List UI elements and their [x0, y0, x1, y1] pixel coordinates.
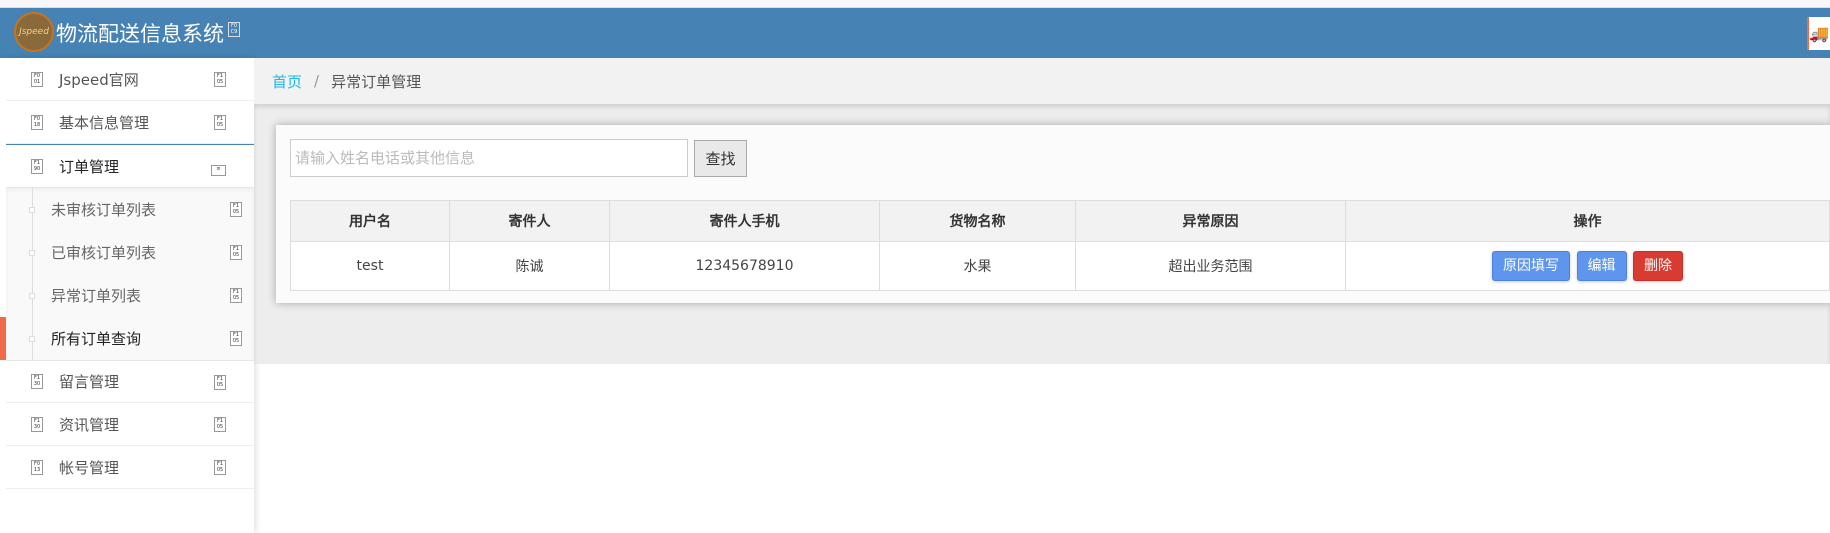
breadcrumb-current: 异常订单管理 — [331, 72, 422, 91]
sidebar-item-reviewed[interactable]: 已审核订单列表 F1 05 — [6, 231, 254, 274]
chevron-icon: F1 05 — [214, 72, 226, 87]
sidebar: F0 01 Jspeed官网 F1 05 F0 18 基本信息管理 F1 05 F1 90… — [0, 58, 254, 533]
col-reason: 异常原因 — [1075, 200, 1346, 242]
breadcrumb: 首页 / 异常订单管理 — [254, 58, 1830, 104]
sidebar-item-unreviewed[interactable]: 未审核订单列表 F1 05 — [6, 188, 254, 231]
sidebar-item-basic-info[interactable]: F0 18 基本信息管理 F1 05 — [6, 101, 254, 144]
col-goods: 货物名称 — [879, 200, 1076, 242]
edit-button[interactable]: 编辑 — [1576, 251, 1627, 281]
cell-reason: 超出业务范围 — [1075, 241, 1346, 291]
breadcrumb-separator: / — [314, 72, 320, 90]
dot-icon — [29, 293, 35, 299]
sidebar-item-jspeed[interactable]: F0 01 Jspeed官网 F1 05 — [6, 58, 254, 101]
sidebar-item-label: 基本信息管理 — [59, 113, 150, 132]
logo: Jspeed — [14, 12, 54, 52]
chevron-icon: F1 05 — [230, 331, 242, 346]
dot-icon — [29, 250, 35, 256]
news-icon: F1 30 — [31, 416, 43, 432]
sidebar-item-label: 未审核订单列表 — [51, 201, 157, 219]
chevron-down-icon: ≡ — [211, 165, 226, 176]
col-actions: 操作 — [1345, 200, 1830, 242]
breadcrumb-home[interactable]: 首页 — [272, 71, 302, 92]
chevron-icon: F1 05 — [230, 245, 242, 260]
account-icon: F0 13 — [31, 459, 43, 475]
search-button[interactable]: 查找 — [694, 140, 747, 177]
sidebar-item-label: 异常订单列表 — [51, 287, 142, 305]
delete-button[interactable]: 删除 — [1632, 251, 1683, 281]
table-row: test 陈诚 12345678910 水果 超出业务范围 原因填写 编辑 删除 — [290, 241, 1830, 291]
chevron-icon: F1 05 — [230, 288, 242, 303]
cell-sender-phone: 12345678910 — [609, 241, 880, 291]
menu-toggle-icon[interactable]: F0 C9 — [228, 22, 240, 37]
cell-sender: 陈诚 — [449, 241, 610, 291]
chevron-icon: F1 05 — [214, 460, 226, 475]
fill-reason-button[interactable]: 原因填写 — [1492, 251, 1571, 281]
cell-actions: 原因填写 编辑 删除 — [1345, 241, 1830, 291]
app-title: 物流配送信息系统 — [56, 22, 224, 46]
sidebar-item-label: 帐号管理 — [59, 458, 120, 477]
col-username: 用户名 — [290, 200, 450, 242]
truck-icon[interactable]: 🚚 — [1807, 17, 1830, 50]
search-input[interactable] — [290, 139, 688, 177]
chevron-icon: F1 05 — [214, 375, 226, 390]
browser-strip — [0, 0, 1830, 8]
orders-icon: F1 90 — [31, 158, 43, 174]
sidebar-item-label: Jspeed官网 — [59, 70, 139, 89]
table-header-row: 用户名 寄件人 寄件人手机 货物名称 异常原因 操作 — [290, 200, 1830, 242]
sidebar-item-label: 资讯管理 — [59, 415, 120, 434]
info-icon: F0 18 — [31, 114, 43, 130]
dot-icon — [29, 207, 35, 213]
cell-goods: 水果 — [879, 241, 1076, 291]
col-sender: 寄件人 — [449, 200, 610, 242]
dot-icon — [29, 336, 35, 342]
orders-submenu: 未审核订单列表 F1 05 已审核订单列表 F1 05 异常订单列表 F1 05 所有订单查… — [0, 187, 254, 360]
sidebar-item-label: 已审核订单列表 — [51, 244, 157, 262]
content-panel: 查找 用户名 寄件人 寄件人手机 货物名称 异常原因 操作 test 陈诚 12… — [276, 125, 1830, 303]
message-icon: F1 30 — [31, 374, 43, 389]
sidebar-item-news[interactable]: F1 30 资讯管理 F1 05 — [6, 403, 254, 446]
sidebar-item-messages[interactable]: F1 30 留言管理 F1 05 — [6, 360, 254, 403]
sidebar-item-label: 留言管理 — [59, 373, 120, 391]
sidebar-item-label: 所有订单查询 — [51, 330, 142, 348]
chevron-icon: F1 05 — [214, 417, 226, 432]
cell-username: test — [290, 241, 450, 291]
sidebar-item-orders[interactable]: F1 90 订单管理 ≡ — [6, 144, 254, 187]
globe-icon: F0 01 — [31, 71, 43, 87]
sidebar-item-label: 订单管理 — [59, 157, 120, 176]
orders-table: 用户名 寄件人 寄件人手机 货物名称 异常原因 操作 test 陈诚 12345… — [290, 200, 1830, 291]
chevron-icon: F1 05 — [214, 115, 226, 130]
top-header: Jspeed 物流配送信息系统 F0 C9 🚚 — [0, 8, 1830, 58]
sidebar-item-accounts[interactable]: F0 13 帐号管理 F1 05 — [6, 446, 254, 489]
chevron-icon: F1 05 — [230, 202, 242, 217]
sidebar-item-abnormal[interactable]: 异常订单列表 F1 05 — [6, 274, 254, 317]
col-sender-phone: 寄件人手机 — [609, 200, 880, 242]
sidebar-item-all-orders[interactable]: 所有订单查询 F1 05 — [0, 317, 254, 360]
